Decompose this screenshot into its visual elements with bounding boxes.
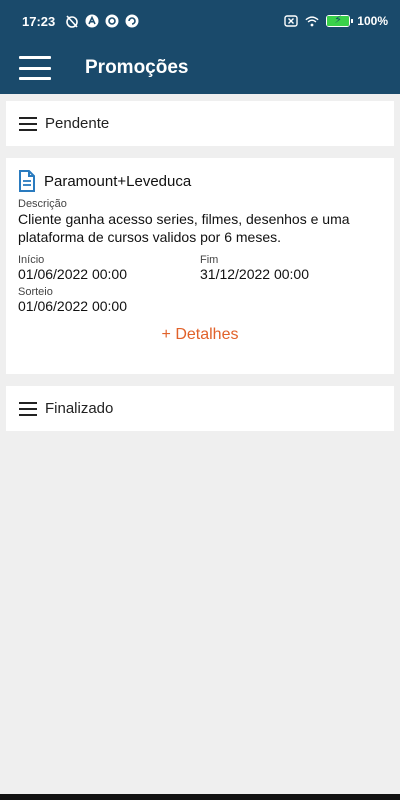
- list-icon: [19, 116, 37, 131]
- status-notification-icons: [65, 14, 139, 28]
- details-link[interactable]: + Detalhes: [18, 326, 382, 344]
- wifi-icon: [305, 14, 319, 28]
- app-bar: Promoções: [0, 42, 400, 94]
- battery-charging-icon: ⚡: [326, 14, 354, 27]
- draw-value: 01/06/2022 00:00: [18, 298, 127, 314]
- section-pending[interactable]: Pendente: [6, 101, 394, 146]
- start-block: Início 01/06/2022 00:00: [18, 254, 200, 282]
- hamburger-menu-icon[interactable]: [19, 56, 51, 80]
- navigation-bar: [0, 794, 400, 800]
- end-block: Fim 31/12/2022 00:00: [200, 254, 382, 282]
- list-icon: [19, 401, 37, 416]
- end-label: Fim: [200, 254, 219, 266]
- draw-block: Sorteio 01/06/2022 00:00: [18, 286, 382, 314]
- description-block: Descrição Cliente ganha acesso series, f…: [18, 198, 382, 246]
- draw-label: Sorteio: [18, 286, 53, 298]
- status-bar: 17:23 ⚡ 100%: [0, 0, 400, 42]
- sim-x-icon: [284, 14, 298, 28]
- start-value: 01/06/2022 00:00: [18, 266, 127, 282]
- description-text: Cliente ganha acesso series, filmes, des…: [18, 211, 350, 245]
- section-pending-label: Pendente: [45, 115, 110, 132]
- status-system-icons: ⚡ 100%: [284, 14, 388, 28]
- battery-level: 100%: [357, 14, 388, 28]
- description-label: Descrição: [18, 198, 67, 210]
- alarm-off-icon: [65, 14, 79, 28]
- sync-icon: [125, 14, 139, 28]
- page-title: Promoções: [85, 57, 189, 78]
- document-icon: [19, 170, 35, 192]
- section-finished[interactable]: Finalizado: [6, 386, 394, 431]
- end-value: 31/12/2022 00:00: [200, 266, 309, 282]
- promotion-title-row: Paramount+Leveduca: [18, 170, 382, 192]
- dates-row: Início 01/06/2022 00:00 Fim 31/12/2022 0…: [18, 254, 382, 282]
- promotion-title: Paramount+Leveduca: [44, 172, 192, 190]
- vpn-icon: [105, 14, 119, 28]
- promotion-card: Paramount+Leveduca Descrição Cliente gan…: [6, 158, 394, 374]
- app-a-icon: [85, 14, 99, 28]
- status-time: 17:23: [22, 13, 56, 29]
- section-finished-label: Finalizado: [45, 400, 114, 417]
- start-label: Início: [18, 254, 45, 266]
